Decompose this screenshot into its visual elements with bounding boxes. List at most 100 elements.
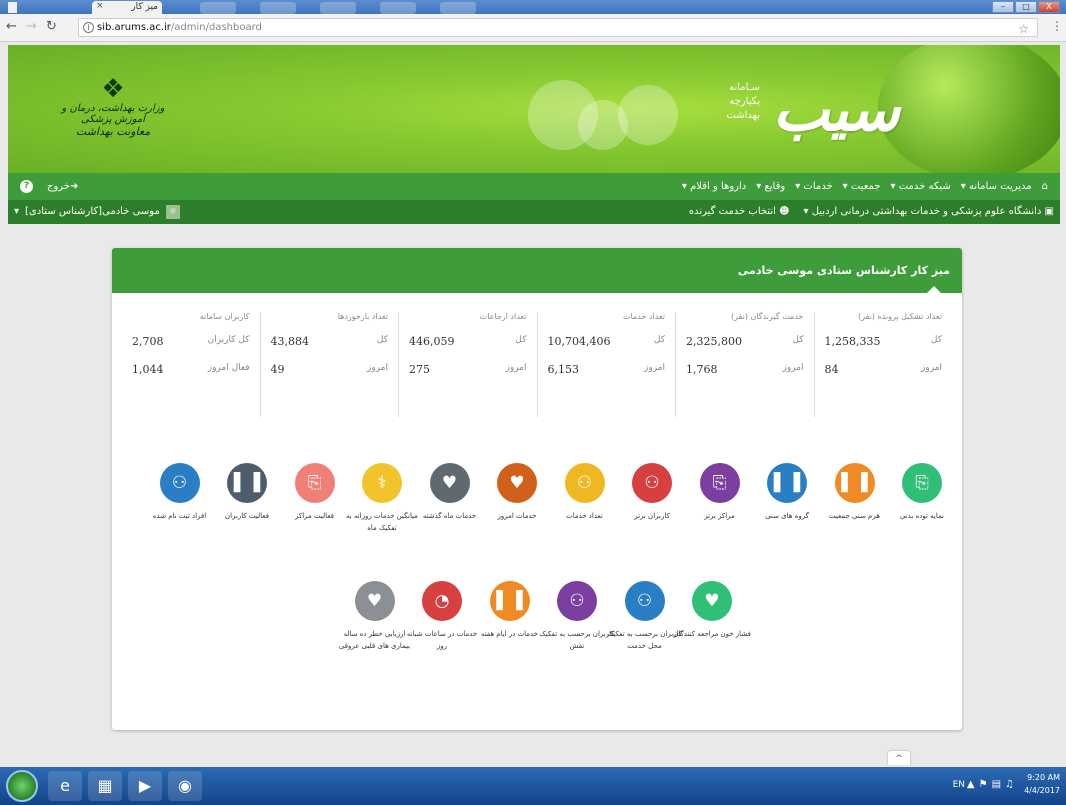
- university-selector[interactable]: ▣ دانشگاه علوم پزشکی و خدمات بهداشتی درم…: [804, 200, 1054, 224]
- stat-header: خدمت گیرندگان (نفر): [731, 312, 804, 321]
- report-tile[interactable]: ♥ ارزیابی خطر ده ساله بیماری های قلبی عرو…: [335, 581, 415, 652]
- stat-value: 1,258,335: [824, 335, 881, 348]
- context-bar: ▣ دانشگاه علوم پزشکی و خدمات بهداشتی درم…: [689, 200, 1054, 224]
- stat-label: کل: [930, 335, 942, 345]
- start-button[interactable]: [6, 770, 38, 802]
- menu-events[interactable]: وقایع ▾: [756, 173, 785, 200]
- report-tile[interactable]: ⚇ افراد ثبت نام شده: [140, 463, 220, 522]
- up-arrow-icon[interactable]: ▲: [967, 779, 975, 790]
- blurred-tab[interactable]: [440, 2, 476, 14]
- chevron-down-icon: ▾: [14, 206, 20, 217]
- browser-menu-icon[interactable]: ⋮: [1051, 19, 1063, 33]
- users-icon: ⚇: [159, 463, 200, 503]
- close-window-button[interactable]: X: [1038, 1, 1060, 13]
- clock[interactable]: 9:20 AM 4/4/2017: [1020, 771, 1060, 797]
- select-recipient-link[interactable]: ☻ انتخاب خدمت گیرنده: [689, 200, 790, 224]
- blurred-tab[interactable]: [320, 2, 356, 14]
- network-icon[interactable]: ▤: [992, 779, 1001, 790]
- clipboard-icon: ⎘: [902, 463, 942, 503]
- chrome-icon[interactable]: ◉: [168, 771, 202, 801]
- blurred-tab[interactable]: [200, 2, 236, 14]
- panel-header: میز کار کارشناس ستادی موسی خادمی: [112, 248, 962, 294]
- stat-value: 2,325,800: [686, 335, 742, 348]
- browser-tab[interactable]: میز کار ×: [92, 1, 162, 14]
- stat-label: امروز: [367, 363, 388, 373]
- clock-time: 9:20 AM: [1027, 773, 1060, 782]
- blurred-tab[interactable]: [380, 2, 416, 14]
- stat-feedbacks: تعداد بازخوردها کل 43,884 امروز 49: [259, 312, 399, 417]
- reload-icon[interactable]: ↻: [46, 19, 57, 34]
- bar-chart-icon: ▐▌: [227, 463, 267, 503]
- explorer-icon[interactable]: ▦: [88, 771, 122, 801]
- user-role: موسی خادمی[کارشناس ستادی]: [25, 206, 160, 217]
- stat-label: کل: [376, 335, 388, 345]
- stat-value: 446,059: [409, 335, 455, 348]
- stat-label: کل: [653, 335, 665, 345]
- menu-service-network[interactable]: شبکه خدمت ▾: [890, 173, 950, 200]
- stat-value: 2,708: [132, 335, 164, 348]
- stat-value: 10,704,406: [547, 335, 611, 348]
- bookmark-star-icon[interactable]: ☆: [1018, 21, 1029, 38]
- stat-label: کل: [515, 335, 527, 345]
- stat-value: 49: [270, 363, 285, 376]
- clipboard-icon: ⎘: [699, 463, 740, 503]
- stat-referrals: تعداد ارجاعات کل 446,059 امروز 275: [398, 312, 537, 417]
- home-icon[interactable]: ⌂: [1042, 173, 1048, 200]
- panel-title: میز کار کارشناس ستادی موسی خادمی: [737, 264, 950, 277]
- stat-value: 1,768: [686, 363, 718, 376]
- url-input[interactable]: i sib.arums.ac.ir/admin/dashboard ☆: [78, 18, 1038, 37]
- users-icon: ⚇: [564, 463, 605, 503]
- heart-icon: ♥: [429, 463, 470, 503]
- stat-header: کاربران سامانه: [199, 312, 250, 321]
- stat-header: تعداد بازخوردها: [337, 312, 388, 321]
- panel-notch: [926, 286, 942, 294]
- media-player-icon[interactable]: ▶: [128, 771, 162, 801]
- stat-label: کل کاربران: [207, 335, 250, 345]
- sub-navbar: ▣ دانشگاه علوم پزشکی و خدمات بهداشتی درم…: [8, 200, 1060, 224]
- dashboard-panel: میز کار کارشناس ستادی موسی خادمی تعداد ت…: [112, 248, 962, 730]
- user-menu[interactable]: ☼ موسی خادمی[کارشناس ستادی] ▾: [14, 200, 180, 224]
- volume-icon[interactable]: ♫: [1005, 779, 1014, 790]
- stat-users: کاربران سامانه کل کاربران 2,708 فعال امرو…: [122, 312, 260, 417]
- report-shortcuts: ⎘ نمایه توده بدنی ▐▌ هرم سنی جمعیت ▐▌ گروه ها…: [112, 463, 962, 703]
- ministry-logo: ❖ وزارت بهداشت، درمان و آموزش پزشکی معاو…: [48, 75, 178, 155]
- stat-label: امروز: [505, 363, 527, 373]
- menu-drugs[interactable]: داروها و اقلام ▾: [682, 173, 746, 200]
- header-banner: سیب سـامانه یکپارچه بهداشت ❖ وزارت بهداش…: [8, 45, 1060, 180]
- page-icon: [8, 2, 17, 13]
- stat-label: کل: [792, 335, 804, 345]
- tray-icons: ▲ ⚑ ▤ ♫: [967, 779, 1014, 790]
- stat-label: فعال امروز: [207, 363, 250, 373]
- ie-icon[interactable]: e: [48, 771, 82, 801]
- brand-logo: سیب: [772, 75, 900, 145]
- iran-emblem-icon: ❖: [101, 74, 125, 104]
- menu-population[interactable]: جمعیت ▾: [843, 173, 881, 200]
- minimize-button[interactable]: –: [992, 1, 1014, 13]
- nav-actions: ➜خروج ?: [20, 173, 78, 200]
- users-icon: ⚇: [557, 581, 597, 621]
- brand-subtitle-line: سـامانه: [729, 82, 760, 93]
- stat-value: 275: [409, 363, 430, 376]
- ministry-deputy: معاونت بهداشت: [75, 125, 151, 138]
- report-tile-label: ارزیابی خطر ده ساله بیماری های قلبی عروق…: [338, 630, 411, 650]
- maximize-button[interactable]: □: [1015, 1, 1037, 13]
- menu-services[interactable]: خدمات ▾: [795, 173, 832, 200]
- clipboard-icon: ⎘: [294, 463, 335, 503]
- logout-link[interactable]: ➜خروج: [47, 173, 78, 200]
- scroll-up-button[interactable]: ^: [888, 751, 910, 765]
- main-navbar: ⌂ مدیریت سامانه ▾ شبکه خدمت ▾ جمعیت ▾ خد…: [8, 173, 1060, 200]
- heart-icon: ♥: [354, 581, 395, 621]
- main-menu: ⌂ مدیریت سامانه ▾ شبکه خدمت ▾ جمعیت ▾ خد…: [682, 173, 1048, 200]
- menu-system-admin[interactable]: مدیریت سامانه ▾: [961, 173, 1032, 200]
- forward-icon[interactable]: →: [26, 19, 37, 34]
- tab-close-icon[interactable]: ×: [96, 1, 104, 11]
- info-icon[interactable]: i: [83, 22, 94, 33]
- back-icon[interactable]: ←: [6, 19, 17, 34]
- blurred-tab[interactable]: [260, 2, 296, 14]
- flag-icon[interactable]: ⚑: [979, 779, 988, 790]
- stethoscope-icon: ⚕: [362, 463, 402, 503]
- help-icon[interactable]: ?: [20, 180, 33, 193]
- language-indicator[interactable]: EN: [945, 780, 965, 790]
- heart-icon: ♥: [692, 581, 732, 621]
- brand-subtitle: سـامانه یکپارچه بهداشت: [690, 81, 760, 123]
